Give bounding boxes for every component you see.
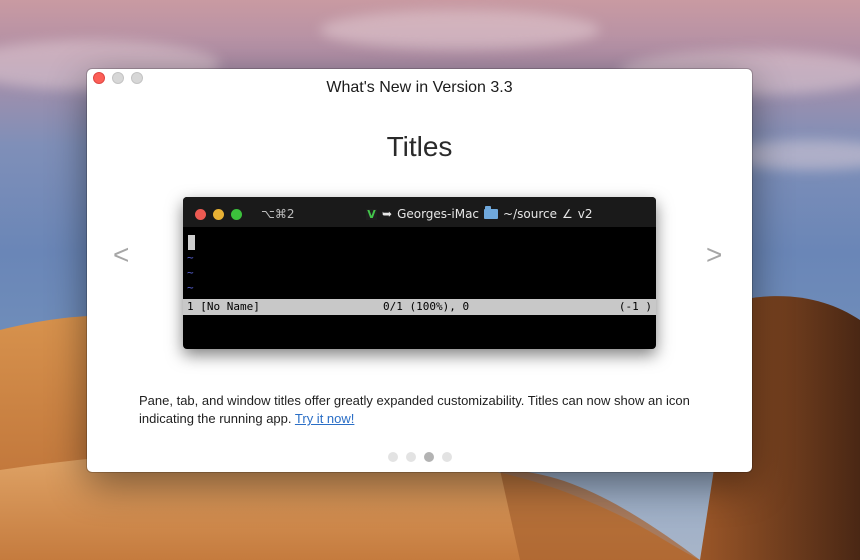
slide-description: Pane, tab, and window titles offer great… [139, 392, 709, 428]
terminal-title: V ➥ Georges-iMac ~/source ∠ v2 [366, 206, 593, 221]
terminal-host: Georges-iMac [397, 207, 480, 221]
page-dot[interactable] [387, 452, 398, 462]
vim-empty-line: ~ [187, 251, 194, 264]
status-buffer: 1 [No Name] [187, 300, 260, 313]
branch-icon: ∠ [561, 207, 573, 221]
terminal-screenshot: ⌥⌘2 V ➥ Georges-iMac ~/source ∠ v2 ~ ~ ~… [183, 197, 656, 349]
terminal-close-light [195, 209, 206, 220]
page-dot[interactable] [441, 452, 452, 462]
page-indicator [87, 452, 752, 462]
terminal-body: ~ ~ ~ 1 [No Name] 0/1 (100%), 0 (-1 ) [183, 227, 656, 349]
description-text: Pane, tab, and window titles offer great… [139, 393, 690, 426]
try-it-now-link[interactable]: Try it now! [295, 411, 354, 426]
vim-empty-line: ~ [187, 266, 194, 279]
whats-new-window: What's New in Version 3.3 Titles < > ⌥⌘2… [87, 69, 752, 472]
status-column: (-1 ) [618, 300, 652, 313]
terminal-zoom-light [231, 209, 242, 220]
page-dot-active[interactable] [423, 452, 434, 462]
vim-status-line: 1 [No Name] 0/1 (100%), 0 (-1 ) [183, 299, 656, 315]
terminal-minimize-light [213, 209, 224, 220]
vim-icon: V [366, 207, 377, 221]
page-dot[interactable] [405, 452, 416, 462]
vim-empty-line: ~ [187, 281, 194, 294]
previous-slide-button[interactable]: < [113, 241, 129, 269]
status-position: 0/1 (100%), 0 [383, 300, 470, 313]
terminal-shortcut: ⌥⌘2 [261, 207, 295, 221]
terminal-cursor [188, 235, 195, 250]
folder-icon [484, 206, 499, 219]
terminal-window-controls [195, 209, 242, 220]
terminal-titlebar: ⌥⌘2 V ➥ Georges-iMac ~/source ∠ v2 [183, 197, 656, 227]
window-title: What's New in Version 3.3 [326, 79, 513, 96]
slide-title: Titles [386, 131, 453, 162]
terminal-path: ~/source [503, 207, 557, 221]
terminal-branch: v2 [577, 207, 593, 221]
next-slide-button[interactable]: > [706, 241, 722, 269]
arrow-icon: ➥ [382, 207, 393, 221]
